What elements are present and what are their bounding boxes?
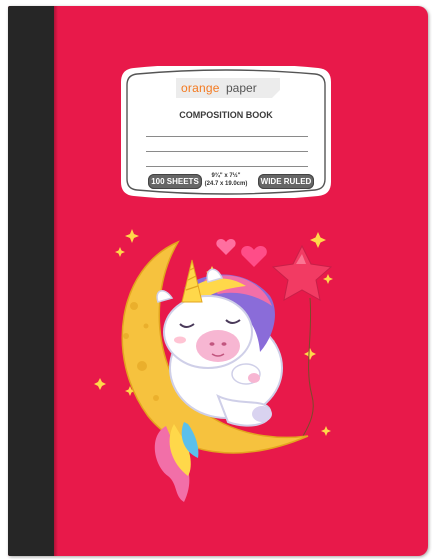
unicorn-illustration <box>94 229 333 502</box>
heart-icon <box>216 239 267 267</box>
unicorn-snout <box>196 330 240 362</box>
balloon-string <box>302 297 314 437</box>
composition-book-cover: orange paper COMPOSITION BOOK 100 SHEETS… <box>8 6 428 556</box>
